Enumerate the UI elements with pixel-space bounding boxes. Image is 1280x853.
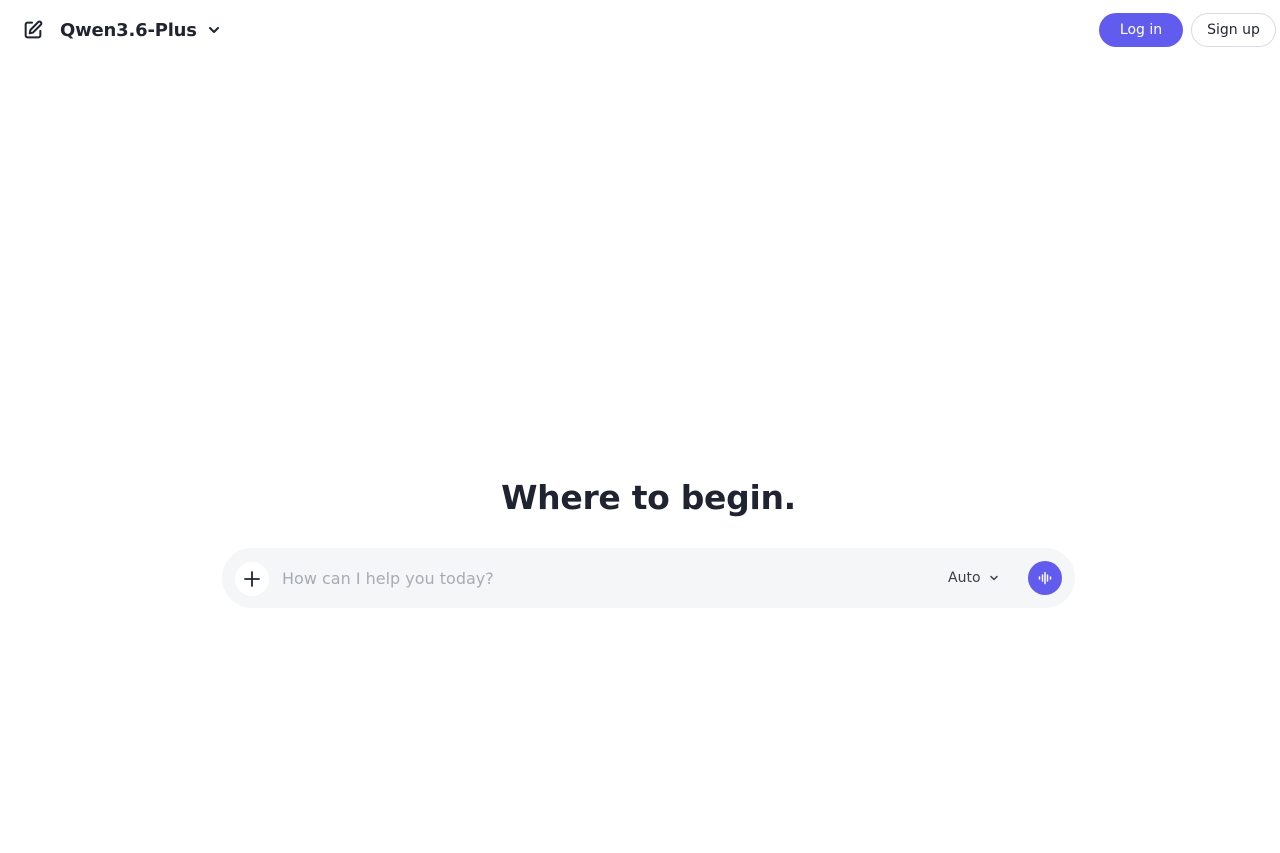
voice-wave-icon: [1037, 570, 1053, 586]
chevron-down-icon: [989, 573, 999, 583]
new-chat-icon[interactable]: [22, 19, 44, 41]
model-selector[interactable]: Qwen3.6-Plus: [60, 17, 221, 43]
mode-selector[interactable]: Auto: [948, 566, 999, 590]
chat-composer: Auto: [222, 548, 1075, 608]
mode-label: Auto: [948, 570, 981, 586]
attach-button[interactable]: [235, 562, 269, 596]
plus-icon: [243, 570, 261, 588]
signup-button[interactable]: Sign up: [1191, 13, 1276, 47]
voice-input-button[interactable]: [1028, 561, 1062, 595]
login-button[interactable]: Log in: [1099, 13, 1183, 47]
chevron-down-icon: [207, 23, 221, 37]
page-title: Where to begin.: [501, 478, 796, 517]
model-name: Qwen3.6-Plus: [60, 19, 197, 41]
top-bar: Qwen3.6-Plus Log in Sign up: [0, 0, 1280, 60]
prompt-input[interactable]: [282, 563, 922, 593]
